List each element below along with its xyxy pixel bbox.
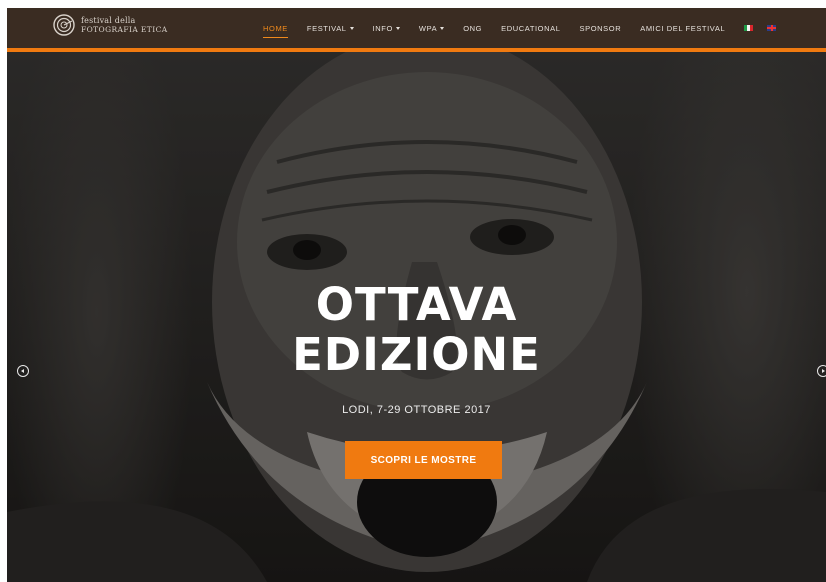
slider-prev-button[interactable] bbox=[17, 365, 29, 377]
hero-slider: OTTAVA EDIZIONE LODI, 7-29 OTTOBRE 2017 … bbox=[7, 52, 826, 582]
nav-item-educational[interactable]: EDUCATIONAL bbox=[501, 24, 560, 33]
nav-label: SPONSOR bbox=[579, 23, 622, 33]
hero-subtitle: LODI, 7-29 OTTOBRE 2017 bbox=[342, 404, 491, 416]
nav-label: AMICI DEL FESTIVAL bbox=[640, 23, 726, 33]
flag-uk-icon[interactable] bbox=[767, 25, 777, 31]
nav-item-sponsor[interactable]: SPONSOR bbox=[580, 24, 622, 33]
main-nav: HOME FESTIVAL INFO WPA ONG EDUCATIONAL S… bbox=[263, 8, 790, 48]
nav-item-festival[interactable]: FESTIVAL bbox=[307, 24, 354, 33]
site-header: festival della FOTOGRAFIA ETICA HOME FES… bbox=[7, 8, 826, 48]
nav-label: ONG bbox=[463, 23, 483, 33]
hero-title-line1: OTTAVA bbox=[315, 278, 518, 331]
nav-label: HOME bbox=[263, 23, 288, 33]
nav-item-home[interactable]: HOME bbox=[263, 23, 288, 38]
flag-it-icon[interactable] bbox=[744, 25, 754, 31]
caret-down-icon bbox=[349, 26, 354, 30]
logo-line2: FOTOGRAFIA ETICA bbox=[81, 25, 168, 34]
page-frame: festival della FOTOGRAFIA ETICA HOME FES… bbox=[7, 8, 826, 582]
caret-down-icon bbox=[440, 26, 445, 30]
nav-item-ong[interactable]: ONG bbox=[463, 24, 482, 33]
slider-next-button[interactable] bbox=[817, 365, 826, 377]
site-logo[interactable]: festival della FOTOGRAFIA ETICA bbox=[53, 14, 168, 36]
nav-item-wpa[interactable]: WPA bbox=[418, 23, 445, 33]
caret-down-icon bbox=[395, 26, 400, 30]
hero-title-line2: EDIZIONE bbox=[292, 328, 541, 381]
nav-label: WPA bbox=[418, 23, 438, 33]
logo-line1: festival della bbox=[81, 16, 136, 25]
nav-item-info[interactable]: INFO bbox=[373, 24, 400, 33]
nav-label: FESTIVAL bbox=[306, 23, 347, 33]
scopri-le-mostre-button[interactable]: SCOPRI LE MOSTRE bbox=[345, 441, 502, 479]
nav-label: INFO bbox=[372, 23, 393, 33]
circle-arrow-right-icon bbox=[822, 369, 825, 373]
nav-label: EDUCATIONAL bbox=[501, 23, 561, 33]
nav-item-amici-del-festival[interactable]: AMICI DEL FESTIVAL bbox=[640, 24, 725, 33]
circle-arrow-left-icon bbox=[21, 369, 24, 373]
logo-spiral-icon bbox=[53, 14, 75, 36]
